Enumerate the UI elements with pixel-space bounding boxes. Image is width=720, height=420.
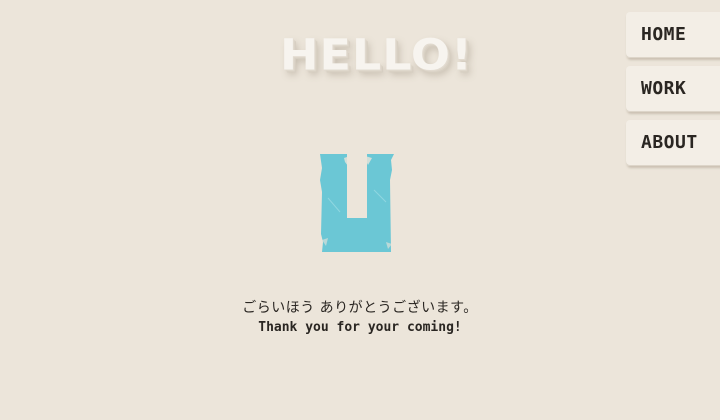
english-thank-you-text: Thank you for your coming! [258,320,462,335]
nav-about-button[interactable]: ABOUT [626,120,720,166]
nav-work-button[interactable]: WORK [626,66,720,112]
u-letter-logo-icon [318,152,398,256]
japanese-thank-you-text: ごらいほう ありがとうございます。 [242,300,478,316]
side-navigation: HOME WORK ABOUT [626,12,720,174]
thank-you-message: ごらいほう ありがとうございます。 Thank you for your com… [180,298,540,338]
page-title: HELLO! [280,30,473,80]
nav-home-button[interactable]: HOME [626,12,720,58]
